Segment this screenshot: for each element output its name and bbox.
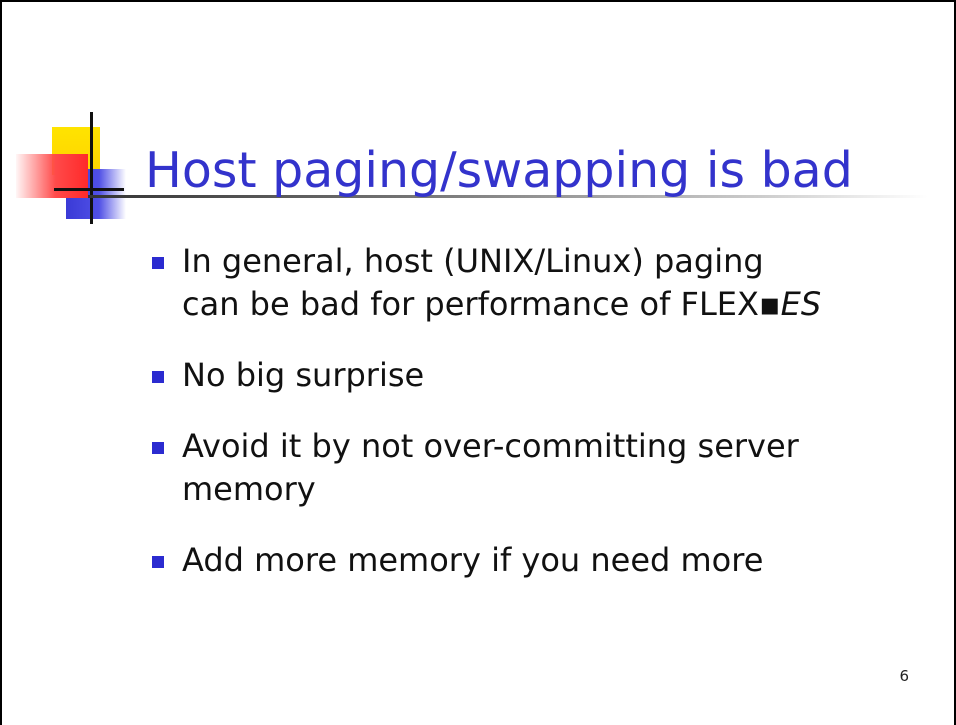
bullet-line: memory xyxy=(182,470,316,508)
bullet-line: Avoid it by not over-committing server xyxy=(182,427,799,465)
slide-title: Host paging/swapping is bad xyxy=(145,142,853,199)
bullet-line: Add more memory if you need more xyxy=(182,541,764,579)
square-bullet-icon xyxy=(152,371,164,383)
square-bullet-icon xyxy=(152,556,164,568)
bullet-line: can be bad for performance of FLEX▪ xyxy=(182,285,781,323)
bullet-item: Add more memory if you need more xyxy=(152,539,912,582)
logo-horizontal-line xyxy=(54,188,124,191)
bullet-item: No big surprise xyxy=(152,354,912,397)
slide: Host paging/swapping is bad In general, … xyxy=(0,0,956,725)
logo-red-square xyxy=(16,154,88,198)
bullet-item: Avoid it by not over-committing server m… xyxy=(152,425,912,511)
page-number: 6 xyxy=(899,667,909,685)
bullet-emphasis: ES xyxy=(780,285,822,323)
square-bullet-icon xyxy=(152,257,164,269)
bullet-line: No big surprise xyxy=(182,356,425,394)
square-bullet-icon xyxy=(152,442,164,454)
bullet-list: In general, host (UNIX/Linux) paging can… xyxy=(152,240,912,610)
bullet-line: In general, host (UNIX/Linux) paging xyxy=(182,242,764,280)
bullet-item: In general, host (UNIX/Linux) paging can… xyxy=(152,240,912,326)
logo-vertical-line xyxy=(90,112,93,224)
